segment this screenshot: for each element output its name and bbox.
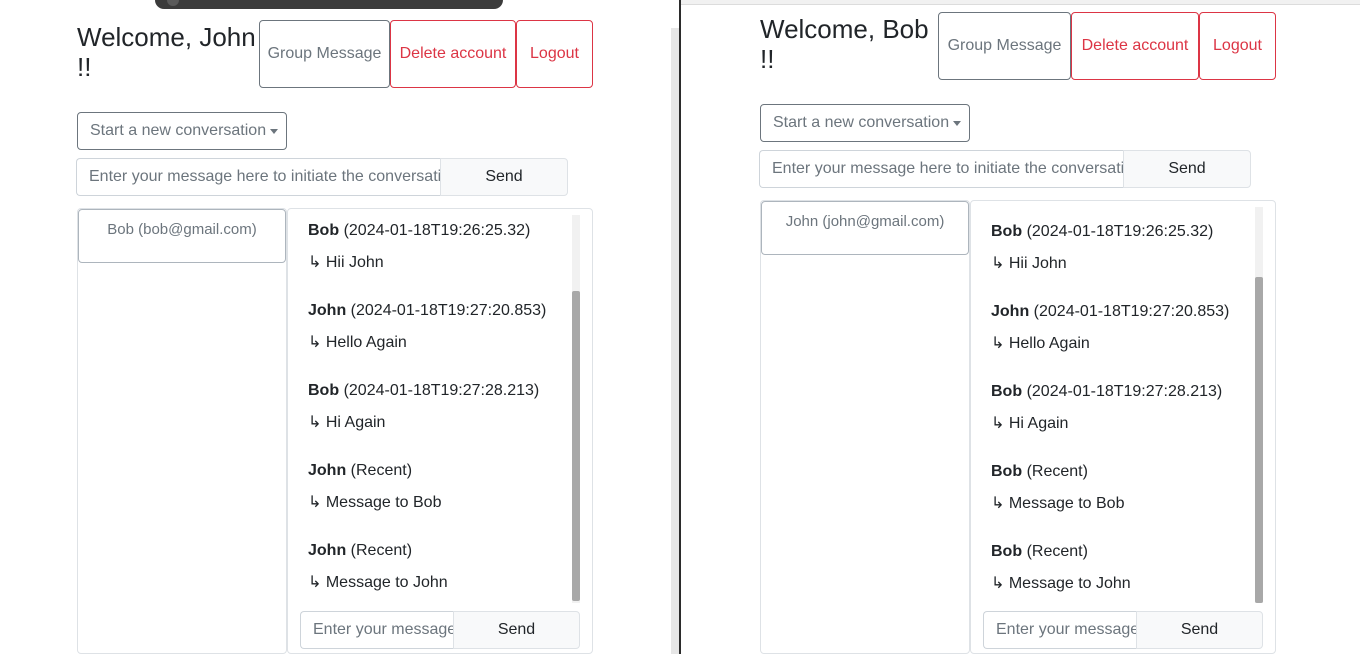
message-sender: John xyxy=(308,462,347,479)
group-message-button[interactable]: Group Message xyxy=(938,12,1071,80)
contact-list: John (john@gmail.com) xyxy=(760,200,970,654)
message-sender: Bob xyxy=(991,543,1023,560)
message-sender: John xyxy=(308,302,347,319)
initiate-send-button[interactable]: Send xyxy=(1123,150,1251,188)
message-meta: (2024-01-18T19:27:20.853) xyxy=(350,302,547,319)
initiate-send-button[interactable]: Send xyxy=(440,158,568,196)
chat-input-group: Enter your message Send xyxy=(300,611,580,649)
message-meta: (2024-01-18T19:27:28.213) xyxy=(343,382,540,399)
initiate-message-group: Enter your message here to initiate the … xyxy=(759,150,1251,188)
message-item: Bob (Recent) ↳ Message to John xyxy=(991,542,1131,592)
right-window-titlebar xyxy=(681,0,1360,5)
delete-account-button[interactable]: Delete account xyxy=(390,20,516,88)
contact-list: Bob (bob@gmail.com) xyxy=(77,208,287,654)
logout-button[interactable]: Logout xyxy=(1199,12,1276,80)
message-text: ↳ Hi Again xyxy=(308,414,386,431)
initiate-message-input[interactable]: Enter your message here to initiate the … xyxy=(759,150,1123,188)
message-text: ↳ Hello Again xyxy=(991,335,1090,352)
message-meta: (Recent) xyxy=(1026,543,1088,560)
caret-down-icon xyxy=(270,128,279,134)
browser-tab-fragment xyxy=(155,0,503,9)
page-title: Welcome, John !! xyxy=(77,22,256,82)
message-meta: (Recent) xyxy=(350,542,413,559)
window-edge xyxy=(679,0,681,654)
chat-send-button[interactable]: Send xyxy=(1136,611,1263,649)
message-item: John (Recent) ↳ Message to Bob xyxy=(308,461,441,511)
message-text: ↳ Message to John xyxy=(991,575,1131,592)
message-sender: Bob xyxy=(991,223,1023,240)
message-text: ↳ Hii John xyxy=(308,254,384,271)
caret-down-icon xyxy=(953,120,962,126)
message-text: ↳ Message to Bob xyxy=(991,495,1125,512)
group-message-button[interactable]: Group Message xyxy=(259,20,390,88)
message-meta: (2024-01-18T19:27:20.853) xyxy=(1033,303,1230,320)
message-text: ↳ Message to Bob xyxy=(308,494,442,511)
message-sender: Bob xyxy=(991,383,1023,400)
chat-message-input[interactable]: Enter your message xyxy=(300,611,453,649)
message-item: John (Recent) ↳ Message to John xyxy=(308,541,448,591)
new-conversation-dropdown[interactable]: Start a new conversation xyxy=(77,112,287,150)
initiate-message-group: Enter your message here to initiate the … xyxy=(76,158,568,196)
chat-window: Bob (2024-01-18T19:26:25.32) ↳ Hii John … xyxy=(970,200,1276,654)
chat-input-group: Enter your message Send xyxy=(983,611,1263,649)
window-divider xyxy=(671,28,679,654)
message-text: ↳ Hii John xyxy=(991,255,1067,272)
chat-scrollbar-thumb[interactable] xyxy=(1255,277,1263,603)
message-item: John (2024-01-18T19:27:20.853) ↳ Hello A… xyxy=(308,301,547,351)
message-text: ↳ Message to John xyxy=(308,574,448,591)
contact-item[interactable]: John (john@gmail.com) xyxy=(761,201,969,255)
contact-item[interactable]: Bob (bob@gmail.com) xyxy=(78,209,286,263)
new-conversation-dropdown[interactable]: Start a new conversation xyxy=(760,104,970,142)
message-meta: (2024-01-18T19:27:28.213) xyxy=(1026,383,1223,400)
logout-button[interactable]: Logout xyxy=(516,20,593,88)
message-meta: (Recent) xyxy=(1026,463,1088,480)
message-item: Bob (2024-01-18T19:27:28.213) ↳ Hi Again xyxy=(308,381,540,431)
message-item: Bob (2024-01-18T19:26:25.32) ↳ Hii John xyxy=(991,222,1214,272)
message-text: ↳ Hello Again xyxy=(308,334,407,351)
message-item: John (2024-01-18T19:27:20.853) ↳ Hello A… xyxy=(991,302,1230,352)
chat-window: Bob (2024-01-18T19:26:25.32) ↳ Hii John … xyxy=(287,208,593,654)
chat-scrollbar-thumb[interactable] xyxy=(572,291,580,601)
message-sender: Bob xyxy=(991,463,1023,480)
chat-send-button[interactable]: Send xyxy=(453,611,580,649)
message-meta: (2024-01-18T19:26:25.32) xyxy=(343,222,531,239)
message-text: ↳ Hi Again xyxy=(991,415,1069,432)
message-sender: John xyxy=(991,303,1030,320)
initiate-message-input[interactable]: Enter your message here to initiate the … xyxy=(76,158,440,196)
tab-favicon-icon xyxy=(167,0,179,6)
message-sender: John xyxy=(308,542,347,559)
new-conversation-label: Start a new conversation xyxy=(773,114,950,131)
message-meta: (2024-01-18T19:26:25.32) xyxy=(1026,223,1214,240)
message-item: Bob (2024-01-18T19:26:25.32) ↳ Hii John xyxy=(308,221,531,271)
chat-message-input[interactable]: Enter your message xyxy=(983,611,1136,649)
delete-account-button[interactable]: Delete account xyxy=(1071,12,1199,80)
message-sender: Bob xyxy=(308,382,340,399)
message-item: Bob (2024-01-18T19:27:28.213) ↳ Hi Again xyxy=(991,382,1223,432)
new-conversation-label: Start a new conversation xyxy=(90,122,267,139)
message-meta: (Recent) xyxy=(350,462,413,479)
page-title: Welcome, Bob !! xyxy=(760,14,929,74)
message-item: Bob (Recent) ↳ Message to Bob xyxy=(991,462,1124,512)
message-sender: Bob xyxy=(308,222,340,239)
